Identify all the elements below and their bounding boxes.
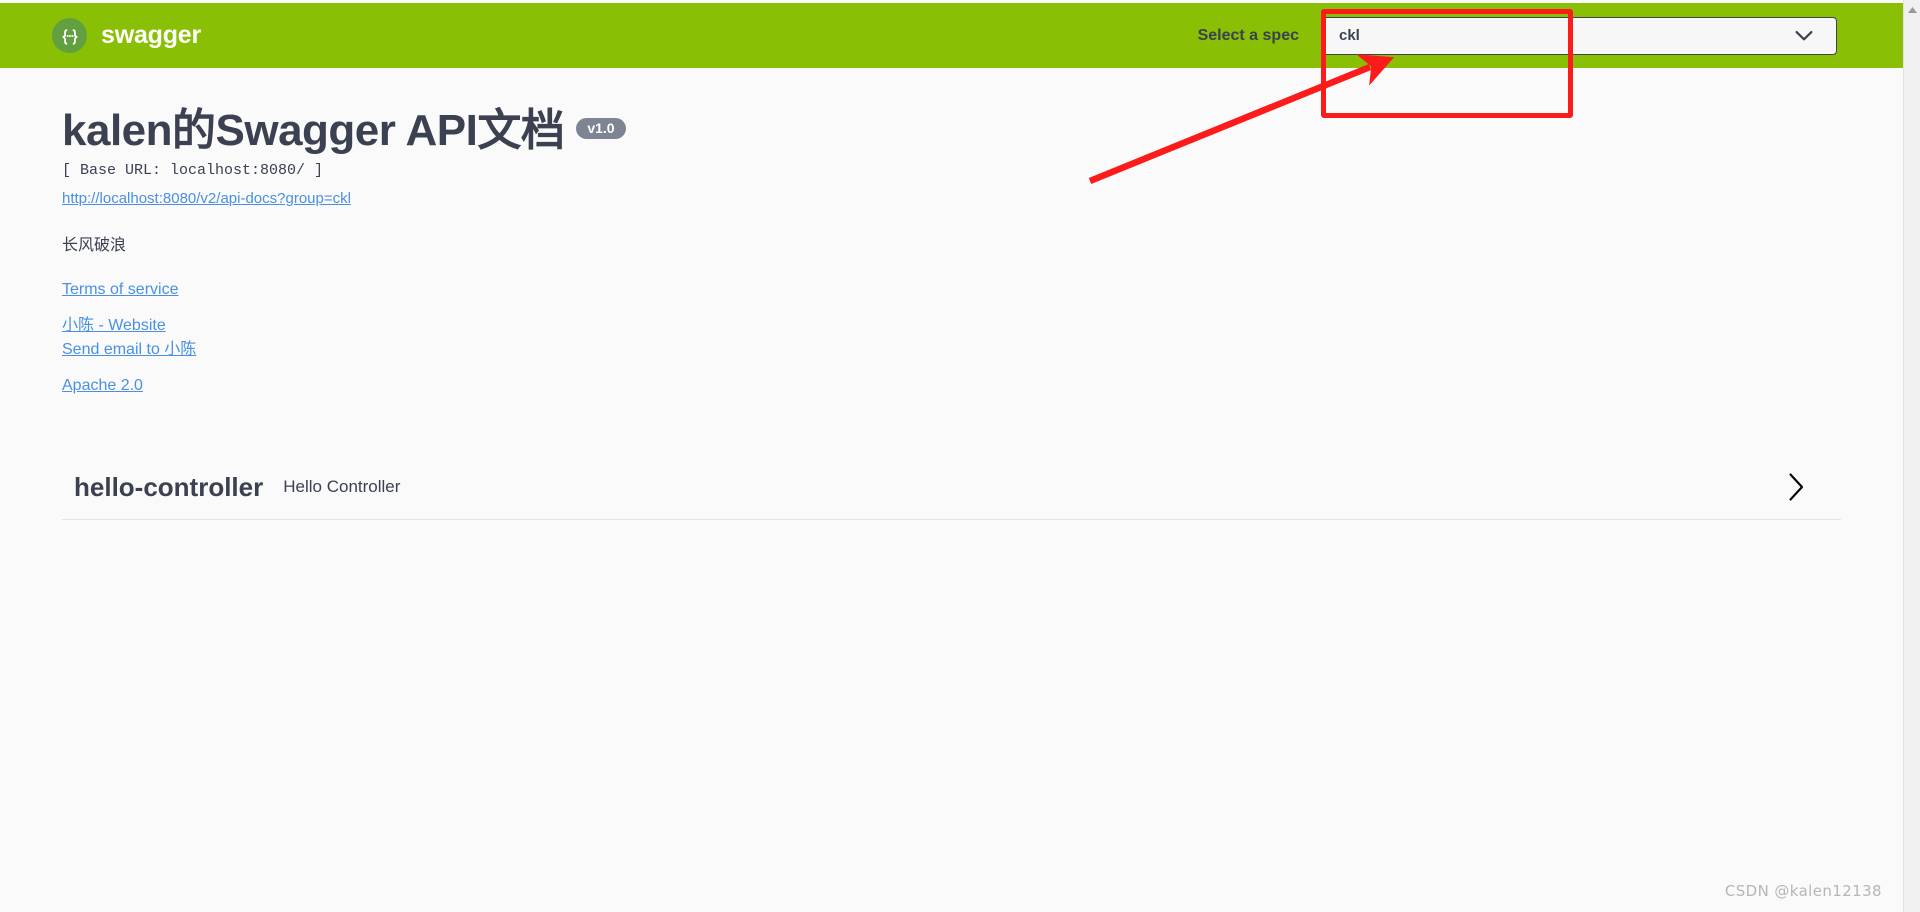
chevron-right-icon[interactable] [1788,472,1805,502]
swagger-logo-link[interactable]: swagger [52,18,201,53]
swagger-braces-icon [52,18,87,53]
version-badge: v1.0 [576,118,626,139]
spec-selector-group: Select a spec ckl [1197,16,1903,55]
base-url: [ Base URL: localhost:8080/ ] [62,162,324,180]
content-inner: kalen的Swagger API文档 v1.0 [ Base URL: loc… [0,68,1903,521]
terms-of-service-link[interactable]: Terms of service [62,278,1841,301]
tag-name: hello-controller [74,471,264,502]
api-title-row: kalen的Swagger API文档 v1.0 [62,68,1841,154]
swagger-ui-page: swagger Select a spec ckl kalen的Swagger … [0,0,1920,912]
contact-website-link[interactable]: 小陈 - Website [62,314,1841,337]
page-scrollbar[interactable] [1903,0,1920,912]
spec-select[interactable]: ckl [1321,16,1837,55]
scroll-up-arrow-icon[interactable] [1904,4,1920,16]
main-content: kalen的Swagger API文档 v1.0 [ Base URL: loc… [0,68,1903,912]
tag-description: Hello Controller [283,477,401,497]
csdn-watermark: CSDN @kalen12138 [1724,882,1882,900]
swagger-logo-text: swagger [101,21,202,49]
api-description: 长风破浪 [62,237,127,255]
select-a-spec-label: Select a spec [1197,26,1299,44]
topbar: swagger Select a spec ckl [0,3,1903,68]
api-docs-link[interactable]: http://localhost:8080/v2/api-docs?group=… [62,188,351,209]
tag-header[interactable]: hello-controller Hello Controller [62,455,1841,519]
contact-email-link[interactable]: Send email to 小陈 [62,338,1841,361]
spec-select-wrapper: ckl [1321,16,1837,55]
page-title: kalen的Swagger API文档 [62,106,565,155]
license-link[interactable]: Apache 2.0 [62,374,1841,397]
info-links: Terms of service 小陈 - Website Send email… [62,278,1841,398]
scrollbar-thumb[interactable] [1905,17,1920,717]
tag-section-hello-controller: hello-controller Hello Controller [62,455,1841,521]
